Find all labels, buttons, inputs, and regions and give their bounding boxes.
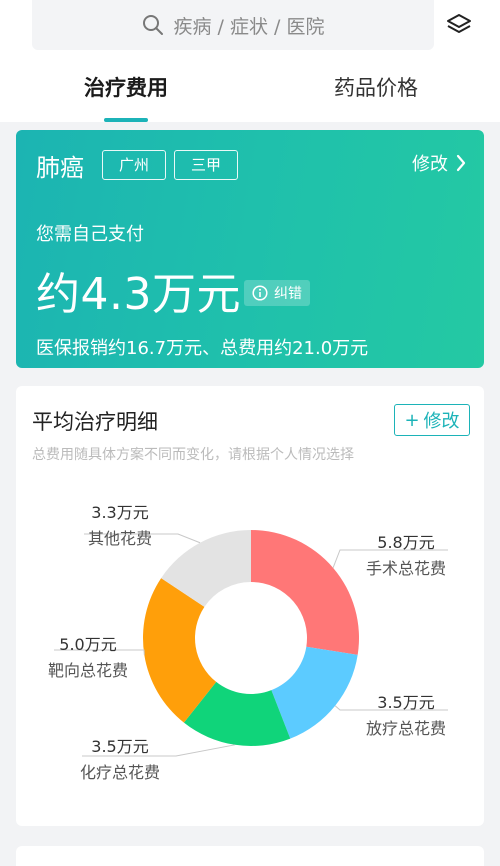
slice-category-label: 放疗总花费 (366, 719, 446, 738)
cost-donut-chart: 5.8万元手术总花费3.5万元放疗总花费3.5万元化疗总花费5.0万元靶向总花费… (48, 503, 448, 782)
modify-link[interactable]: 修改 (412, 150, 466, 176)
self-pay-amount: 约4.3万元 (36, 269, 241, 320)
slice-value-label: 5.8万元 (377, 533, 434, 552)
treatment-detail-card: 平均治疗明细 + 修改 总费用随具体方案不同而变化，请根据个人情况选择 5.8万… (16, 386, 484, 826)
slice-value-label: 3.3万元 (91, 503, 148, 522)
correct-label: 纠错 (274, 286, 302, 302)
tab-treatment-cost[interactable]: 治疗费用 (84, 72, 168, 102)
hospital-level-tag: 三甲 (174, 150, 238, 180)
search-placeholder: 疾病 / 症状 / 医院 (173, 15, 325, 38)
insurance-summary: 医保报销约16.7万元、总费用约21.0万元 (36, 338, 369, 359)
slice-category-label: 化疗总花费 (80, 763, 160, 782)
info-icon (252, 285, 268, 301)
slice-value-label: 5.0万元 (59, 635, 116, 654)
city-tag: 广州 (102, 150, 166, 180)
tab-indicator (104, 118, 148, 122)
search-icon (142, 15, 163, 35)
slice-category-label: 手术总花费 (366, 559, 446, 578)
search-bar[interactable]: 疾病 / 症状 / 医院 (32, 0, 434, 50)
next-card (16, 846, 484, 866)
slice-category-label: 其他花费 (88, 529, 152, 548)
donut-slice-1 (251, 530, 359, 655)
layers-icon[interactable] (444, 10, 474, 40)
self-pay-label: 您需自己支付 (36, 224, 144, 245)
modify-label: 修改 (412, 154, 448, 175)
correct-button[interactable]: 纠错 (244, 280, 310, 306)
slice-category-label: 靶向总花费 (48, 661, 128, 680)
disease-name: 肺癌 (36, 154, 84, 182)
cost-summary-card: 肺癌 广州 三甲 修改 您需自己支付 约4.3万元 纠错 医保报销约16.7万元… (16, 130, 484, 368)
slice-value-label: 3.5万元 (377, 693, 434, 712)
tab-drug-price[interactable]: 药品价格 (334, 72, 418, 102)
slice-value-label: 3.5万元 (91, 737, 148, 756)
chevron-right-icon (456, 154, 466, 172)
top-bar: 疾病 / 症状 / 医院 治疗费用 药品价格 (0, 0, 500, 122)
